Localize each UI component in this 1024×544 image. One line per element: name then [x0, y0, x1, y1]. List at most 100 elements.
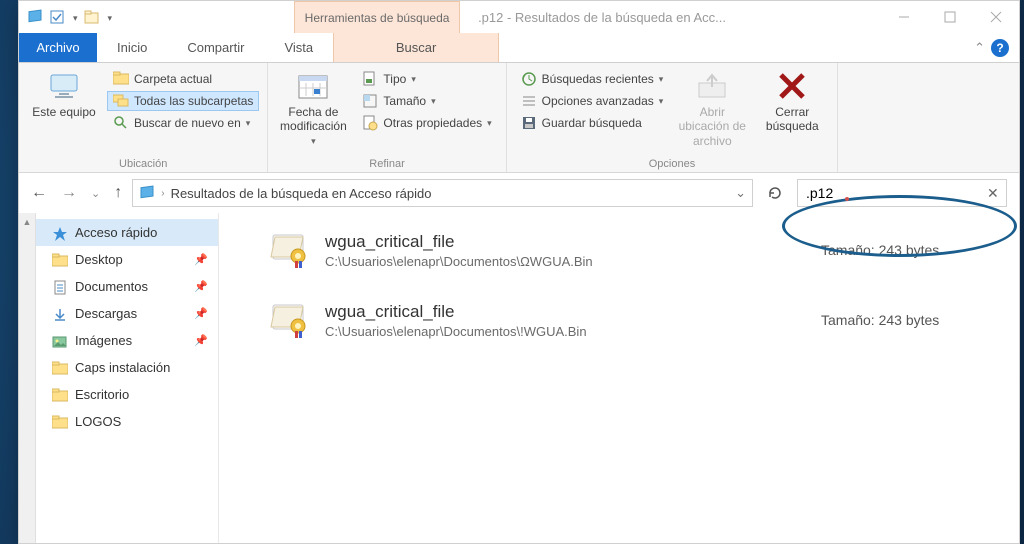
up-button[interactable]: ↑: [114, 184, 122, 202]
forward-button[interactable]: →: [61, 184, 77, 202]
address-icon: [139, 185, 155, 201]
type-label: Tipo: [383, 72, 406, 86]
date-modified-button[interactable]: Fecha de modificación: [276, 67, 350, 147]
sidebar-item-label: Escritorio: [75, 387, 129, 402]
open-location-button: Abrir ubicación de archivo: [675, 67, 749, 148]
close-x-icon: [775, 69, 809, 103]
sidebar-item-label: Documentos: [75, 279, 148, 294]
pin-icon: 📌: [194, 334, 208, 347]
clear-search-icon[interactable]: ✕: [987, 185, 999, 202]
folder-icon: [113, 71, 129, 87]
this-pc-label: Este equipo: [32, 105, 95, 119]
other-props-button[interactable]: Otras propiedades: [356, 113, 497, 133]
qat-dropdown-icon[interactable]: [71, 10, 78, 24]
home-tab[interactable]: Inicio: [97, 33, 167, 62]
search-box[interactable]: ✕: [797, 179, 1007, 207]
qat-properties-icon[interactable]: [49, 9, 65, 25]
sidebar-item-label: LOGOS: [75, 414, 121, 429]
refresh-button[interactable]: [763, 185, 787, 201]
ribbon-group-location: Este equipo Carpeta actual Todas las sub…: [19, 63, 268, 172]
window-controls: [881, 1, 1019, 33]
folder-icon: [52, 253, 68, 267]
save-search-label: Guardar búsqueda: [542, 116, 642, 130]
save-search-button[interactable]: Guardar búsqueda: [515, 113, 670, 133]
current-folder-button[interactable]: Carpeta actual: [107, 69, 259, 89]
all-subfolders-button[interactable]: Todas las subcarpetas: [107, 91, 259, 111]
sidebar-item[interactable]: Imágenes📌: [36, 327, 218, 354]
pin-icon: 📌: [194, 307, 208, 320]
navigation-row: ← → ⌄ ↑ › Resultados de la búsqueda en A…: [19, 173, 1019, 213]
size-label: Tamaño: [383, 94, 426, 108]
sidebar-scrollbar[interactable]: ▲: [19, 213, 36, 543]
type-button[interactable]: Tipo: [356, 69, 497, 89]
search-input[interactable]: [806, 185, 987, 201]
ribbon-group-refine: Fecha de modificación Tipo Tamaño Otras …: [268, 63, 506, 172]
date-modified-label: Fecha de modificación: [276, 105, 350, 134]
folder-icon: [52, 388, 68, 402]
main-area: ▲ Acceso rápidoDesktop📌Documentos📌Descar…: [19, 213, 1019, 543]
ribbon-body: Este equipo Carpeta actual Todas las sub…: [19, 63, 1019, 173]
search-again-button[interactable]: Buscar de nuevo en: [107, 113, 259, 133]
title-bar: Herramientas de búsqueda .p12 - Resultad…: [19, 1, 1019, 33]
explorer-window: Herramientas de búsqueda .p12 - Resultad…: [18, 0, 1020, 544]
app-icon: [27, 9, 43, 25]
list-icon: [521, 93, 537, 109]
sidebar-item[interactable]: LOGOS: [36, 408, 218, 435]
collapse-ribbon-icon[interactable]: ⌃: [974, 40, 985, 56]
subfolders-icon: [113, 93, 129, 109]
close-button[interactable]: [973, 1, 1019, 33]
sidebar-item-label: Acceso rápido: [75, 225, 157, 240]
type-icon: [362, 71, 378, 87]
recent-searches-button[interactable]: Búsquedas recientes: [515, 69, 670, 89]
sidebar-item-label: Descargas: [75, 306, 137, 321]
scroll-up-icon[interactable]: ▲: [21, 215, 34, 229]
file-tab[interactable]: Archivo: [19, 33, 97, 62]
help-button[interactable]: ?: [991, 39, 1009, 57]
result-row[interactable]: wgua_critical_fileC:\Usuarios\elenapr\Do…: [269, 291, 1011, 361]
search-tab[interactable]: Buscar: [333, 33, 499, 62]
minimize-button[interactable]: [881, 1, 927, 33]
size-button[interactable]: Tamaño: [356, 91, 497, 111]
sidebar-item[interactable]: Descargas 📌: [36, 300, 218, 327]
doc-icon: [52, 280, 68, 294]
sidebar-item[interactable]: Desktop📌: [36, 246, 218, 273]
result-row[interactable]: wgua_critical_fileC:\Usuarios\elenapr\Do…: [269, 221, 1011, 291]
file-size: Tamaño: 243 bytes: [821, 242, 1011, 258]
view-tab[interactable]: Vista: [264, 33, 333, 62]
pin-icon: 📌: [194, 253, 208, 266]
ribbon-tabs: Archivo Inicio Compartir Vista Buscar ⌃ …: [19, 33, 1019, 63]
address-dropdown-icon[interactable]: ⌄: [735, 185, 746, 201]
qat-newfolder-icon[interactable]: [84, 9, 100, 25]
size-icon: [362, 93, 378, 109]
other-props-label: Otras propiedades: [383, 116, 482, 130]
chevron-right-icon: ›: [161, 188, 164, 199]
window-title: .p12 - Resultados de la búsqueda en Acc.…: [460, 1, 881, 33]
advanced-options-button[interactable]: Opciones avanzadas: [515, 91, 670, 111]
annotation-dot: [845, 197, 849, 201]
folder-icon: [52, 361, 68, 375]
share-tab[interactable]: Compartir: [167, 33, 264, 62]
certificate-file-icon: [269, 231, 311, 269]
close-search-button[interactable]: Cerrar búsqueda: [755, 67, 829, 134]
download-icon: [52, 307, 68, 321]
maximize-button[interactable]: [927, 1, 973, 33]
sidebar-item[interactable]: Documentos📌: [36, 273, 218, 300]
address-bar[interactable]: › Resultados de la búsqueda en Acceso rá…: [132, 179, 753, 207]
group-refine-label: Refinar: [276, 156, 497, 170]
star-icon: [52, 226, 68, 240]
qat-dropdown2-icon[interactable]: [106, 10, 113, 24]
recent-icon: [521, 71, 537, 87]
recent-searches-label: Búsquedas recientes: [542, 72, 654, 86]
sidebar-item[interactable]: Caps instalación: [36, 354, 218, 381]
history-dropdown[interactable]: ⌄: [91, 187, 100, 200]
save-icon: [521, 115, 537, 131]
sidebar-item[interactable]: Acceso rápido: [36, 219, 218, 246]
close-search-label: Cerrar búsqueda: [755, 105, 829, 134]
back-button[interactable]: ←: [31, 184, 47, 202]
advanced-options-label: Opciones avanzadas: [542, 94, 654, 108]
this-pc-button[interactable]: Este equipo: [27, 67, 101, 119]
open-location-label: Abrir ubicación de archivo: [675, 105, 749, 148]
sidebar-item[interactable]: Escritorio: [36, 381, 218, 408]
group-options-label: Opciones: [515, 156, 830, 170]
file-name: wgua_critical_file: [325, 232, 807, 252]
